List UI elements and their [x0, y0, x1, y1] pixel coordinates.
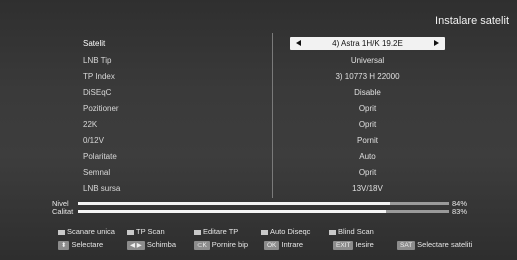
setting-label: Pozitioner: [83, 104, 119, 113]
key-pornire-bip[interactable]: ⊂K Pornire bip: [194, 240, 248, 250]
key-label: Intrare: [281, 240, 304, 249]
calitat-bar: [78, 210, 449, 213]
setting-label: TP Index: [83, 72, 115, 81]
sat-key-icon: SAT: [397, 240, 416, 250]
setting-value: Auto: [359, 152, 376, 161]
setting-row-22k[interactable]: 22K Oprit: [0, 118, 517, 132]
left-right-icon: ◀ ▶: [127, 240, 145, 250]
setting-row-pozitioner[interactable]: Pozitioner Oprit: [0, 102, 517, 116]
setting-row-polaritate[interactable]: Polaritate Auto: [0, 150, 517, 164]
setting-row-satelit[interactable]: Satelit 4) Astra 1H/K 19.2E: [0, 37, 517, 51]
key-selectare[interactable]: ⬍ Selectare: [58, 240, 103, 250]
key-intrare[interactable]: OK Intrare: [264, 240, 303, 250]
legend-tp-scan[interactable]: TP Scan: [127, 227, 165, 236]
ok-icon: ⊂K: [194, 240, 210, 250]
calitat-label: Calitat: [52, 207, 74, 216]
legend-auto-diseqc[interactable]: Auto Diseqc: [261, 227, 310, 236]
green-square-icon: [127, 229, 134, 235]
setting-label: Polaritate: [83, 152, 117, 161]
yellow-square-icon: [194, 229, 201, 235]
calitat-bar-fill: [78, 210, 386, 213]
setting-value: Oprit: [358, 168, 377, 177]
setting-row-semnal[interactable]: Semnal Oprit: [0, 166, 517, 180]
setting-label: 0/12V: [83, 136, 104, 145]
setting-value: Oprit: [358, 120, 377, 129]
setting-value: 13V/18V: [352, 184, 383, 193]
blue-square-icon: [261, 229, 268, 235]
legend-editare-tp[interactable]: Editare TP: [194, 227, 238, 236]
setting-value: Oprit: [358, 104, 377, 113]
setting-label: LNB sursa: [83, 184, 121, 193]
setting-row-0-12v[interactable]: 0/12V Pornit: [0, 134, 517, 148]
key-label: Selectare sateliti: [417, 240, 473, 249]
setting-value: Disable: [354, 88, 381, 97]
arrow-right-icon[interactable]: [434, 40, 439, 46]
legend-label: Blind Scan: [338, 227, 374, 236]
legend-label: Editare TP: [203, 227, 239, 236]
setting-row-diseqc[interactable]: DiSEqC Disable: [0, 86, 517, 100]
setting-value: Universal: [350, 56, 385, 65]
setting-row-lnb-sursa[interactable]: LNB sursa 13V/18V: [0, 182, 517, 196]
legend-label: Auto Diseqc: [270, 227, 311, 236]
key-label: Selectare: [71, 240, 104, 249]
up-down-icon: ⬍: [58, 240, 70, 250]
setting-value: Pornit: [357, 136, 378, 145]
red-square-icon: [58, 229, 65, 235]
setting-value: 3) 10773 H 22000: [335, 72, 400, 81]
arrow-left-icon[interactable]: [296, 40, 301, 46]
setting-row-lnb-tip[interactable]: LNB Tip Universal: [0, 54, 517, 68]
setting-label: DiSEqC: [83, 88, 112, 97]
legend-label: TP Scan: [136, 227, 165, 236]
legend-scanare-unica[interactable]: Scanare unica: [58, 227, 115, 236]
white-square-icon: [329, 229, 336, 235]
key-label: Schimba: [146, 240, 176, 249]
exit-key-icon: EXIT: [333, 240, 354, 250]
satellite-install-screen: Instalare satelit Satelit 4) Astra 1H/K …: [0, 0, 517, 260]
nivel-bar: [78, 202, 449, 205]
setting-value: 4) Astra 1H/K 19.2E: [332, 39, 403, 48]
setting-label: 22K: [83, 120, 98, 129]
legend-blind-scan[interactable]: Blind Scan: [329, 227, 374, 236]
satellite-selector[interactable]: 4) Astra 1H/K 19.2E: [290, 37, 445, 50]
setting-label: Semnal: [83, 168, 111, 177]
ok-key-icon: OK: [264, 240, 280, 250]
key-label: Pornire bip: [211, 240, 249, 249]
nivel-bar-fill: [78, 202, 390, 205]
key-iesire[interactable]: EXIT Iesire: [333, 240, 374, 250]
calitat-percent: 83%: [452, 207, 468, 216]
setting-row-tp-index[interactable]: TP Index 3) 10773 H 22000: [0, 70, 517, 84]
key-selectare-sateliti[interactable]: SAT Selectare sateliti: [397, 240, 472, 250]
key-label: Iesire: [355, 240, 374, 249]
page-title: Instalare satelit: [435, 15, 509, 27]
setting-label: LNB Tip: [83, 56, 112, 65]
key-schimba[interactable]: ◀ ▶ Schimba: [127, 240, 176, 250]
legend-label: Scanare unica: [67, 227, 115, 236]
setting-label: Satelit: [83, 39, 106, 48]
